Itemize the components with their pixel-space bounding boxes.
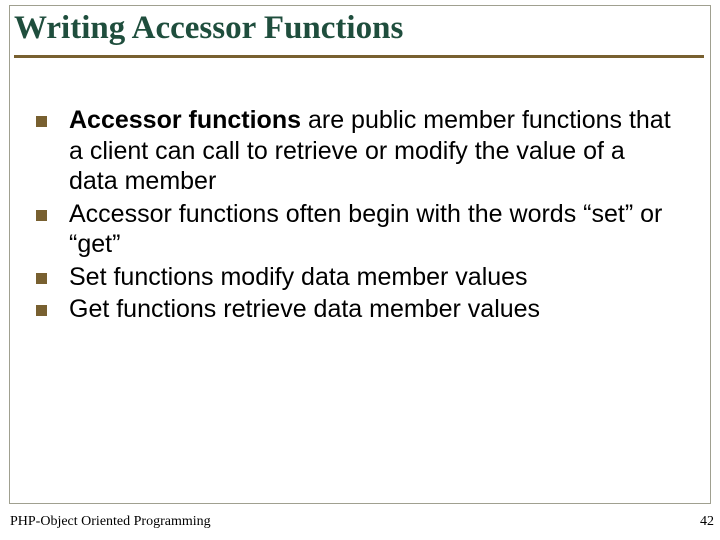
- bullet-text: Set functions modify data member values: [69, 262, 528, 293]
- slide-title: Writing Accessor Functions: [14, 3, 704, 49]
- footer-topic: PHP-Object Oriented Programming: [10, 514, 211, 530]
- list-item: Set functions modify data member values: [36, 262, 680, 293]
- bullet-bold: Accessor functions: [69, 106, 301, 134]
- list-item: Get functions retrieve data member value…: [36, 294, 680, 325]
- square-bullet-icon: [36, 116, 47, 127]
- page-number: 42: [700, 514, 714, 530]
- title-underline: Writing Accessor Functions: [14, 3, 704, 58]
- square-bullet-icon: [36, 210, 47, 221]
- square-bullet-icon: [36, 273, 47, 284]
- bullet-text: Accessor functions often begin with the …: [69, 199, 680, 260]
- slide-body: Accessor functions are public member fun…: [36, 105, 680, 327]
- list-item: Accessor functions are public member fun…: [36, 105, 680, 197]
- bullet-text: Get functions retrieve data member value…: [69, 294, 540, 325]
- bullet-text: Accessor functions are public member fun…: [69, 105, 680, 197]
- square-bullet-icon: [36, 305, 47, 316]
- slide: Writing Accessor Functions Accessor func…: [0, 0, 720, 540]
- list-item: Accessor functions often begin with the …: [36, 199, 680, 260]
